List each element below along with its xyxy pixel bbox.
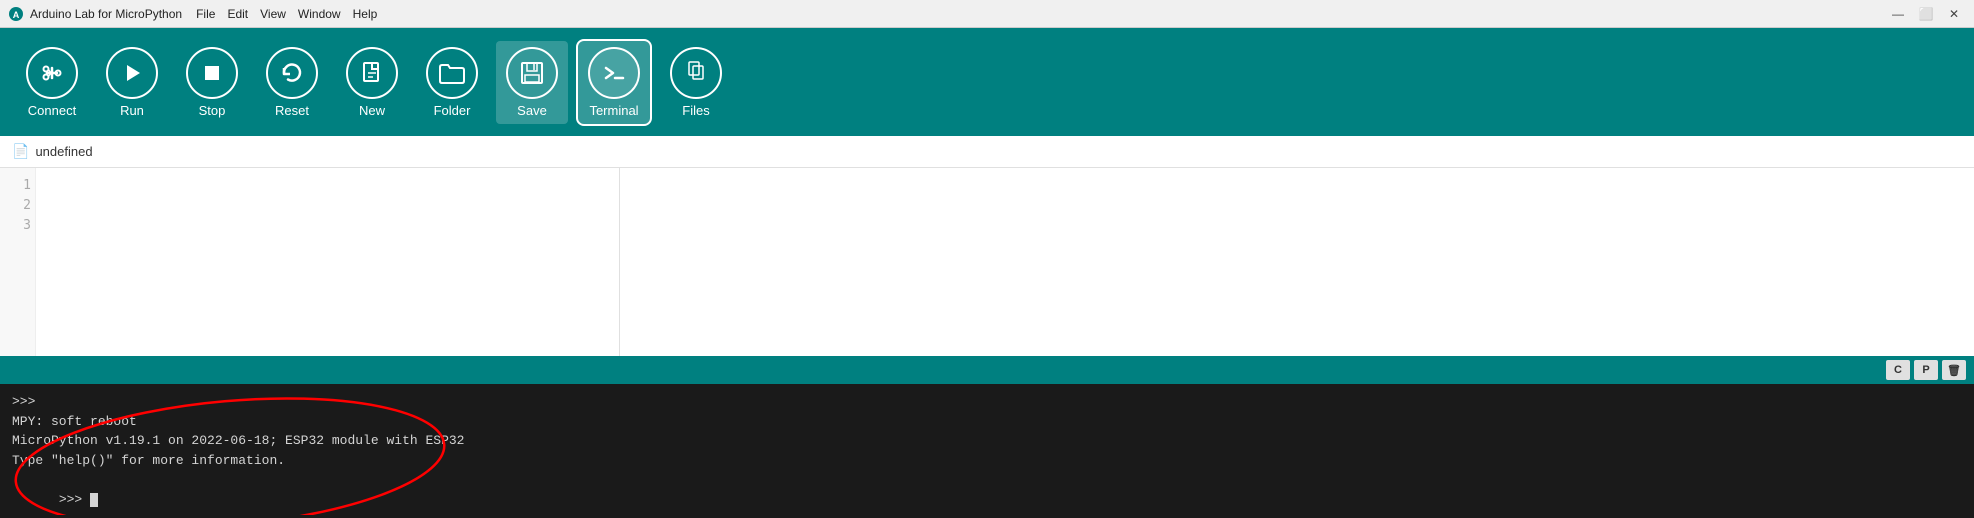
reset-icon [266, 47, 318, 99]
close-button[interactable]: ✕ [1942, 4, 1966, 24]
menu-file[interactable]: File [196, 7, 215, 21]
new-icon [346, 47, 398, 99]
title-bar-left: A Arduino Lab for MicroPython File Edit … [8, 6, 377, 22]
title-bar: A Arduino Lab for MicroPython File Edit … [0, 0, 1974, 28]
new-label: New [359, 103, 385, 118]
run-button[interactable]: Run [96, 41, 168, 124]
menu-help[interactable]: Help [353, 7, 378, 21]
run-label: Run [120, 103, 144, 118]
line-number-3: 3 [4, 216, 31, 236]
terminal-cursor [90, 493, 98, 507]
files-icon [670, 47, 722, 99]
line-number-1: 1 [4, 176, 31, 196]
terminal-label: Terminal [589, 103, 638, 118]
save-label: Save [517, 103, 547, 118]
folder-icon [426, 47, 478, 99]
app-title: Arduino Lab for MicroPython [30, 7, 182, 21]
connect-label: Connect [28, 103, 76, 118]
menu-edit[interactable]: Edit [227, 7, 248, 21]
minimize-button[interactable]: — [1886, 4, 1910, 24]
app-logo: A [8, 6, 24, 22]
terminal-line-0: >>> [12, 392, 1962, 412]
terminal-button[interactable]: Terminal [576, 39, 652, 126]
svg-text:A: A [13, 10, 20, 20]
breadcrumb-bar: 📄 undefined [0, 136, 1974, 168]
folder-label: Folder [434, 103, 471, 118]
connect-icon [26, 47, 78, 99]
reset-button[interactable]: Reset [256, 41, 328, 124]
terminal-clear-button[interactable]: 🗑 [1942, 360, 1966, 380]
connect-button[interactable]: Connect [16, 41, 88, 124]
run-icon [106, 47, 158, 99]
maximize-button[interactable]: ⬜ [1914, 4, 1938, 24]
line-number-2: 2 [4, 196, 31, 216]
terminal-line-1: MPY: soft reboot [12, 412, 1962, 432]
window-controls: — ⬜ ✕ [1886, 4, 1966, 24]
save-icon [506, 47, 558, 99]
toolbar: Connect Run Stop Reset [0, 28, 1974, 136]
new-button[interactable]: New [336, 41, 408, 124]
file-icon: 📄 [12, 143, 29, 160]
menu-bar: File Edit View Window Help [196, 7, 377, 21]
menu-window[interactable]: Window [298, 7, 341, 21]
terminal-line-3: Type "help()" for more information. [12, 451, 1962, 471]
stop-icon [186, 47, 238, 99]
terminal-line-2: MicroPython v1.19.1 on 2022-06-18; ESP32… [12, 431, 1962, 451]
files-button[interactable]: Files [660, 41, 732, 124]
terminal-toolbar: C P 🗑 [0, 356, 1974, 384]
save-button[interactable]: Save [496, 41, 568, 124]
files-label: Files [682, 103, 709, 118]
terminal-line-4: >>> [12, 470, 1962, 518]
breadcrumb-text: undefined [35, 144, 92, 159]
folder-button[interactable]: Folder [416, 41, 488, 124]
terminal-icon [588, 47, 640, 99]
terminal-body[interactable]: >>> MPY: soft reboot MicroPython v1.19.1… [0, 384, 1974, 518]
terminal-paste-button[interactable]: P [1914, 360, 1938, 380]
reset-label: Reset [275, 103, 309, 118]
terminal-copy-button[interactable]: C [1886, 360, 1910, 380]
stop-label: Stop [199, 103, 226, 118]
menu-view[interactable]: View [260, 7, 286, 21]
stop-button[interactable]: Stop [176, 41, 248, 124]
terminal-section: C P 🗑 >>> MPY: soft reboot MicroPython v… [0, 356, 1974, 518]
